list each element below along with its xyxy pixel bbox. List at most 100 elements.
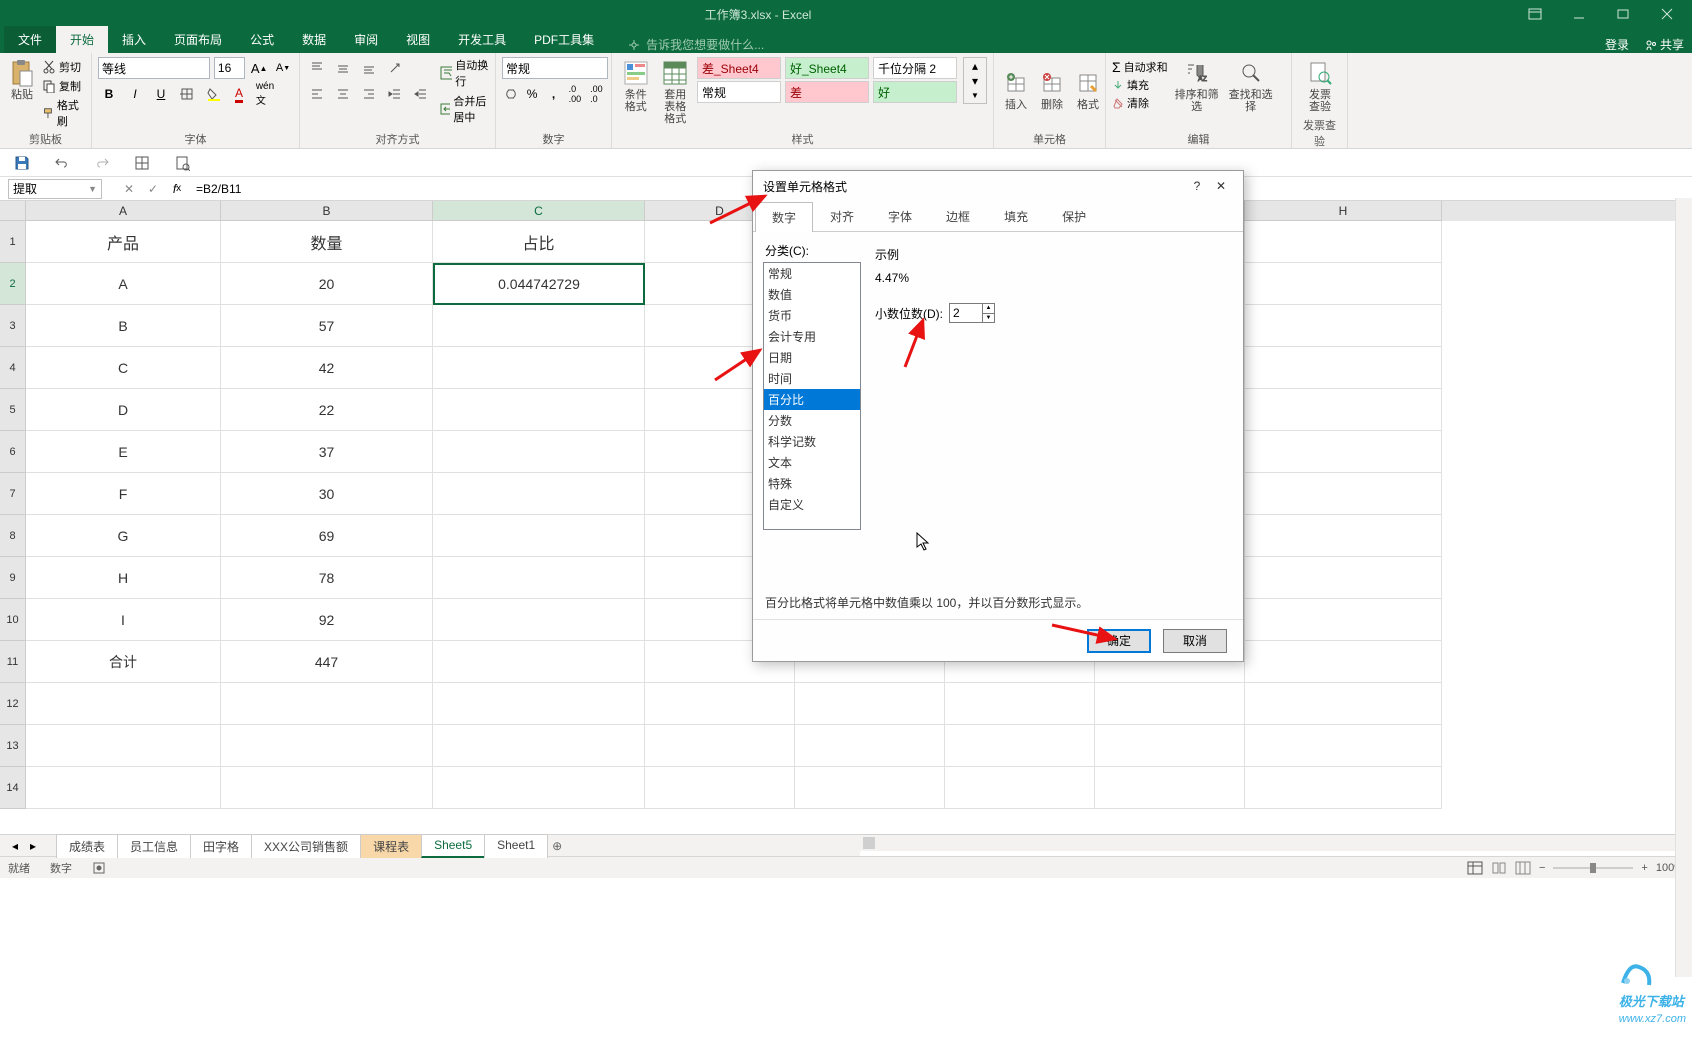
cancel-formula-button[interactable]: ✕ bbox=[118, 178, 140, 200]
tell-me-search[interactable]: 告诉我您想要做什么... bbox=[628, 36, 764, 53]
cell[interactable] bbox=[645, 683, 795, 725]
category-item[interactable]: 特殊 bbox=[764, 473, 860, 494]
cell[interactable]: G bbox=[26, 515, 221, 557]
number-format-combo[interactable] bbox=[502, 57, 608, 79]
cell[interactable]: 69 bbox=[221, 515, 433, 557]
cell[interactable] bbox=[1095, 683, 1245, 725]
insert-cells-button[interactable]: 插入 bbox=[1000, 67, 1032, 113]
cell[interactable] bbox=[945, 767, 1095, 809]
close-button[interactable] bbox=[1648, 2, 1686, 26]
underline-button[interactable]: U bbox=[150, 83, 172, 105]
category-item[interactable]: 数值 bbox=[764, 284, 860, 305]
horizontal-scrollbar[interactable] bbox=[860, 834, 1692, 851]
fx-button[interactable]: fx bbox=[166, 178, 188, 200]
sheet-tab[interactable]: 员工信息 bbox=[117, 834, 191, 858]
cut-button[interactable]: 剪切 bbox=[42, 59, 85, 75]
category-item[interactable]: 货币 bbox=[764, 305, 860, 326]
cell[interactable] bbox=[433, 473, 645, 515]
view-page-layout-icon[interactable] bbox=[1491, 861, 1507, 875]
cell[interactable] bbox=[433, 557, 645, 599]
invoice-check-button[interactable]: 发票 查验 bbox=[1298, 57, 1342, 115]
category-item[interactable]: 分数 bbox=[764, 410, 860, 431]
column-header[interactable]: B bbox=[221, 201, 433, 221]
increase-indent-button[interactable] bbox=[410, 83, 432, 105]
row-header[interactable]: 1 bbox=[0, 221, 26, 263]
category-item[interactable]: 自定义 bbox=[764, 494, 860, 515]
cell[interactable]: 占比 bbox=[433, 221, 645, 263]
category-item[interactable]: 日期 bbox=[764, 347, 860, 368]
row-header[interactable]: 11 bbox=[0, 641, 26, 683]
sheet-tab[interactable]: 成绩表 bbox=[56, 834, 118, 858]
menu-tab[interactable]: 视图 bbox=[392, 26, 444, 53]
cell[interactable] bbox=[1245, 389, 1442, 431]
cell[interactable] bbox=[433, 767, 645, 809]
cell[interactable]: 20 bbox=[221, 263, 433, 305]
cell[interactable] bbox=[433, 515, 645, 557]
cell[interactable]: H bbox=[26, 557, 221, 599]
dialog-help-button[interactable]: ? bbox=[1185, 179, 1209, 193]
name-box[interactable]: ▼ bbox=[8, 179, 102, 199]
decimal-places-spinner[interactable]: ▲▼ bbox=[949, 303, 995, 323]
category-item[interactable]: 常规 bbox=[764, 263, 860, 284]
save-icon[interactable] bbox=[12, 153, 32, 173]
sheet-tab[interactable]: 田字格 bbox=[190, 834, 252, 858]
category-item[interactable]: 科学记数 bbox=[764, 431, 860, 452]
cell[interactable]: 37 bbox=[221, 431, 433, 473]
row-header[interactable]: 4 bbox=[0, 347, 26, 389]
cell[interactable] bbox=[26, 767, 221, 809]
cell[interactable] bbox=[795, 683, 945, 725]
orientation-button[interactable] bbox=[384, 57, 406, 79]
cell[interactable] bbox=[1245, 515, 1442, 557]
sheet-nav-last[interactable]: ▸ bbox=[30, 839, 44, 853]
find-select-button[interactable]: 查找和选择 bbox=[1226, 57, 1276, 115]
cell[interactable] bbox=[26, 725, 221, 767]
category-item[interactable]: 时间 bbox=[764, 368, 860, 389]
format-painter-button[interactable]: 格式刷 bbox=[42, 97, 85, 129]
view-normal-icon[interactable] bbox=[1467, 861, 1483, 875]
delete-cells-button[interactable]: 删除 bbox=[1036, 67, 1068, 113]
ok-button[interactable]: 确定 bbox=[1087, 629, 1151, 653]
cell[interactable] bbox=[1245, 473, 1442, 515]
sheet-tab[interactable]: Sheet5 bbox=[421, 834, 485, 858]
style-gallery-item[interactable]: 好_Sheet4 bbox=[785, 57, 869, 79]
style-gallery-item[interactable]: 好 bbox=[873, 81, 957, 103]
cell[interactable] bbox=[1245, 641, 1442, 683]
fill-button[interactable]: 填充 bbox=[1112, 77, 1168, 93]
cell[interactable] bbox=[433, 347, 645, 389]
dialog-tab[interactable]: 边框 bbox=[929, 201, 987, 231]
sheet-nav-first[interactable]: ◂ bbox=[12, 839, 26, 853]
font-name-combo[interactable] bbox=[98, 57, 210, 79]
conditional-format-button[interactable]: 条件格式 bbox=[618, 57, 654, 115]
cell[interactable] bbox=[433, 599, 645, 641]
menu-tab[interactable]: 审阅 bbox=[340, 26, 392, 53]
cell[interactable] bbox=[1095, 725, 1245, 767]
menu-tab[interactable]: 开发工具 bbox=[444, 26, 520, 53]
menu-tab[interactable]: 数据 bbox=[288, 26, 340, 53]
comma-format-button[interactable]: , bbox=[545, 83, 562, 105]
style-gallery-item[interactable]: 常规 bbox=[697, 81, 781, 103]
column-header[interactable]: H bbox=[1245, 201, 1442, 221]
category-list[interactable]: 常规数值货币会计专用日期时间百分比分数科学记数文本特殊自定义 bbox=[763, 262, 861, 530]
decrease-font-button[interactable]: A▼ bbox=[273, 57, 293, 79]
row-header[interactable]: 8 bbox=[0, 515, 26, 557]
undo-icon[interactable] bbox=[52, 153, 72, 173]
cell[interactable] bbox=[945, 725, 1095, 767]
zoom-slider[interactable] bbox=[1553, 863, 1633, 873]
row-header[interactable]: 12 bbox=[0, 683, 26, 725]
decrease-indent-button[interactable] bbox=[384, 83, 406, 105]
column-header[interactable]: A bbox=[26, 201, 221, 221]
style-gallery-item[interactable]: 千位分隔 2 bbox=[873, 57, 957, 79]
menu-tab[interactable]: PDF工具集 bbox=[520, 26, 608, 53]
cell[interactable]: A bbox=[26, 263, 221, 305]
sort-filter-button[interactable]: AZ 排序和筛选 bbox=[1172, 57, 1222, 115]
increase-decimal-button[interactable]: .0.00 bbox=[566, 83, 583, 105]
minimize-button[interactable] bbox=[1560, 2, 1598, 26]
fill-color-button[interactable] bbox=[202, 83, 224, 105]
cell[interactable]: 92 bbox=[221, 599, 433, 641]
select-all-corner[interactable] bbox=[0, 201, 26, 221]
sheet-tab[interactable]: XXX公司销售额 bbox=[251, 834, 361, 858]
view-page-break-icon[interactable] bbox=[1515, 861, 1531, 875]
cell[interactable]: B bbox=[26, 305, 221, 347]
increase-font-button[interactable]: A▲ bbox=[249, 57, 269, 79]
cell[interactable]: 447 bbox=[221, 641, 433, 683]
